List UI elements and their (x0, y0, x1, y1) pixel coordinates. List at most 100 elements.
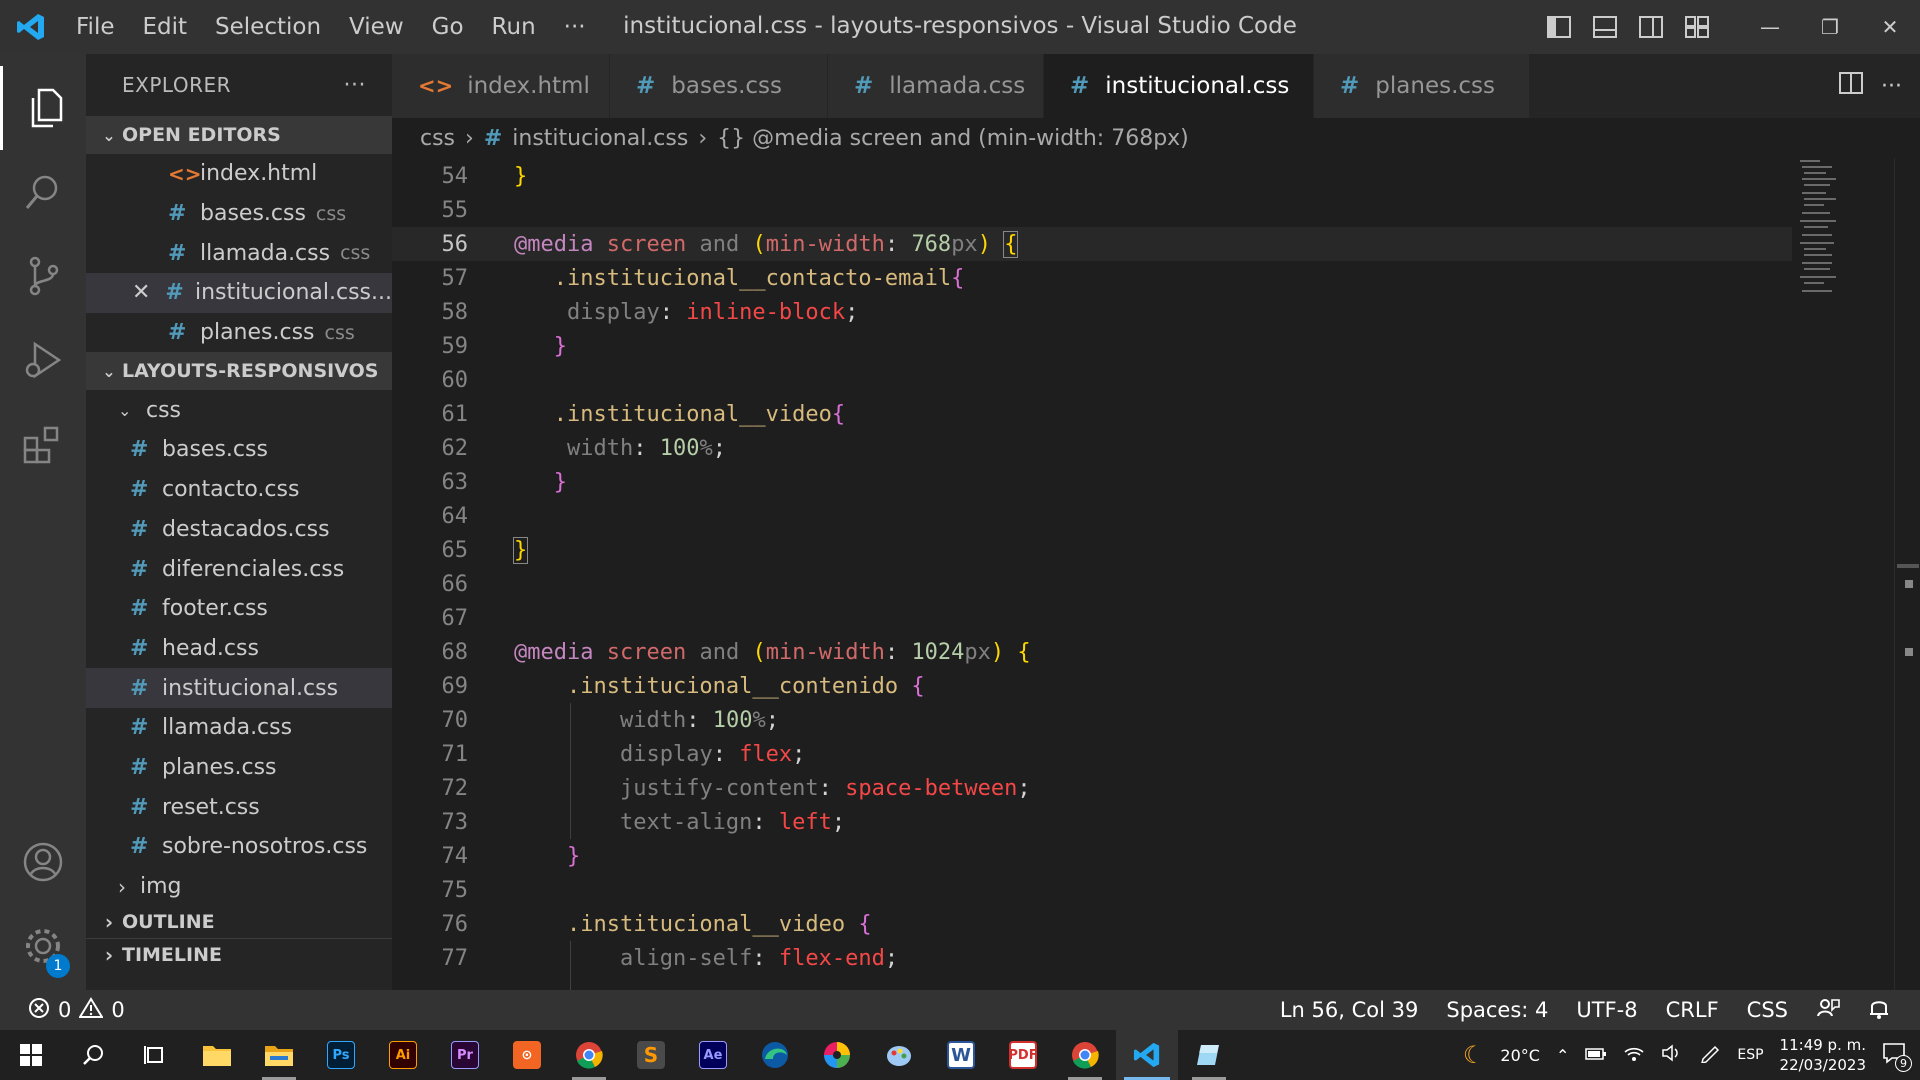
edge-icon[interactable] (744, 1030, 806, 1080)
notification-center-icon[interactable]: 9 (1882, 1042, 1912, 1072)
problems-indicator[interactable]: 0 0 (28, 996, 125, 1024)
windows-start-icon[interactable] (0, 1030, 62, 1080)
after-effects-icon[interactable]: Ae (682, 1030, 744, 1080)
code-editor[interactable]: 54 } 55 56 @media screen and (min-width:… (392, 158, 1920, 990)
editor-scrollbar[interactable] (1894, 158, 1920, 990)
search-icon[interactable] (0, 150, 86, 234)
menu-view[interactable]: View (335, 14, 418, 40)
editor-more-icon[interactable]: ··· (1881, 74, 1902, 99)
sublime-icon[interactable]: S (620, 1030, 682, 1080)
open-editor-item[interactable]: <> index.html (86, 154, 392, 194)
restore-icon[interactable]: ❐ (1800, 0, 1860, 54)
toggle-primary-sidebar-icon[interactable] (1536, 0, 1582, 54)
feedback-icon[interactable] (1816, 996, 1840, 1025)
weather-temp[interactable]: 20°C (1500, 1046, 1540, 1065)
acrobat-icon[interactable]: PDF (992, 1030, 1054, 1080)
manage-gear-icon[interactable]: 1 (0, 904, 86, 988)
file-item[interactable]: # reset.css (86, 787, 392, 827)
customize-layout-icon[interactable] (1674, 0, 1720, 54)
language-mode[interactable]: CSS (1747, 998, 1788, 1022)
code-text: } (566, 843, 581, 869)
file-item-selected[interactable]: # institucional.css (86, 668, 392, 708)
tab-planes-css[interactable]: # planes.css (1314, 54, 1530, 118)
open-editor-item[interactable]: # bases.css css (86, 194, 392, 234)
file-item[interactable]: # llamada.css (86, 708, 392, 748)
file-item[interactable]: # contacto.css (86, 470, 392, 510)
open-editor-item[interactable]: # planes.css css (86, 313, 392, 353)
weather-moon-icon[interactable]: ☾ (1463, 1041, 1485, 1069)
chevron-up-icon[interactable]: ⌃ (1556, 1046, 1569, 1065)
outline-section[interactable]: › OUTLINE (86, 906, 392, 938)
chrome-profile-icon[interactable] (1054, 1030, 1116, 1080)
file-item[interactable]: # diferenciales.css (86, 549, 392, 589)
file-item[interactable]: # footer.css (86, 589, 392, 629)
open-editor-item-active[interactable]: ✕ # institucional.css... (86, 273, 392, 313)
open-editor-item[interactable]: # llamada.css css (86, 233, 392, 273)
word-icon[interactable]: W (930, 1030, 992, 1080)
file-item[interactable]: # planes.css (86, 748, 392, 788)
end-of-line[interactable]: CRLF (1666, 998, 1719, 1022)
file-explorer-running-icon[interactable] (248, 1030, 310, 1080)
breadcrumb-symbol[interactable]: {} @media screen and (min-width: 768px) (717, 126, 1189, 151)
folder-img[interactable]: › img (86, 867, 392, 907)
file-explorer-icon[interactable] (186, 1030, 248, 1080)
menu-selection[interactable]: Selection (201, 14, 335, 40)
taskbar-search-icon[interactable] (62, 1030, 124, 1080)
timeline-section[interactable]: › TIMELINE (86, 938, 392, 970)
menu-run[interactable]: Run (478, 14, 550, 40)
minimap[interactable] (1796, 158, 1886, 358)
error-icon (28, 997, 50, 1024)
paint-icon[interactable] (868, 1030, 930, 1080)
breadcrumb-file[interactable]: institucional.css (512, 126, 688, 151)
photoshop-icon[interactable]: Ps (310, 1030, 372, 1080)
wifi-icon[interactable] (1623, 1044, 1645, 1066)
task-view-icon[interactable] (124, 1030, 186, 1080)
input-language[interactable]: ESP (1737, 1047, 1763, 1063)
notifications-bell-icon[interactable] (1868, 996, 1890, 1025)
toggle-secondary-sidebar-icon[interactable] (1628, 0, 1674, 54)
menu-edit[interactable]: Edit (129, 14, 202, 40)
run-debug-icon[interactable] (0, 318, 86, 402)
accounts-icon[interactable] (0, 820, 86, 904)
file-item[interactable]: # head.css (86, 629, 392, 669)
close-window-icon[interactable]: ✕ (1860, 0, 1920, 54)
chrome-icon[interactable] (558, 1030, 620, 1080)
explorer-icon[interactable] (0, 66, 86, 150)
file-item[interactable]: # destacados.css (86, 510, 392, 550)
source-control-icon[interactable] (0, 234, 86, 318)
menu-more[interactable]: ··· (550, 14, 600, 40)
indentation[interactable]: Spaces: 4 (1446, 998, 1548, 1022)
illustrator-icon[interactable]: Ai (372, 1030, 434, 1080)
close-icon[interactable]: ✕ (132, 280, 165, 305)
folder-hint: css (315, 202, 347, 225)
premiere-icon[interactable]: Pr (434, 1030, 496, 1080)
cursor-position[interactable]: Ln 56, Col 39 (1280, 998, 1419, 1022)
line-number: 57 (441, 265, 469, 291)
file-item[interactable]: # sobre-nosotros.css (86, 827, 392, 867)
explorer-more-button[interactable]: ··· (344, 73, 366, 98)
tab-llamada-css[interactable]: # llamada.css (828, 54, 1044, 118)
extensions-icon[interactable] (0, 402, 86, 486)
battery-icon[interactable] (1585, 1046, 1607, 1065)
pen-icon[interactable] (1699, 1043, 1721, 1067)
volume-icon[interactable] (1661, 1044, 1683, 1066)
app-orange-icon[interactable]: ⊙ (496, 1030, 558, 1080)
notes-app-icon[interactable] (1178, 1030, 1240, 1080)
encoding[interactable]: UTF-8 (1576, 998, 1637, 1022)
project-section[interactable]: ⌄ LAYOUTS-RESPONSIVOS (86, 352, 392, 391)
tab-index-html[interactable]: <> index.html (392, 54, 610, 118)
folder-css[interactable]: ⌄ css (86, 390, 392, 430)
tab-institucional-css[interactable]: # institucional.css ✕ (1044, 54, 1335, 118)
toggle-panel-icon[interactable] (1582, 0, 1628, 54)
split-editor-icon[interactable] (1839, 72, 1864, 100)
file-item[interactable]: # bases.css (86, 430, 392, 470)
breadcrumb-folder[interactable]: css (420, 126, 455, 151)
minimize-icon[interactable]: — (1740, 0, 1800, 54)
open-editors-section[interactable]: ⌄ OPEN EDITORS (86, 116, 392, 154)
menu-file[interactable]: File (62, 14, 129, 40)
menu-go[interactable]: Go (418, 14, 478, 40)
tab-bases-css[interactable]: # bases.css (610, 54, 828, 118)
clock[interactable]: 11:49 p. m. 22/03/2023 (1780, 1035, 1866, 1075)
color-wheel-icon[interactable] (806, 1030, 868, 1080)
vscode-taskbar-icon[interactable] (1116, 1030, 1178, 1080)
